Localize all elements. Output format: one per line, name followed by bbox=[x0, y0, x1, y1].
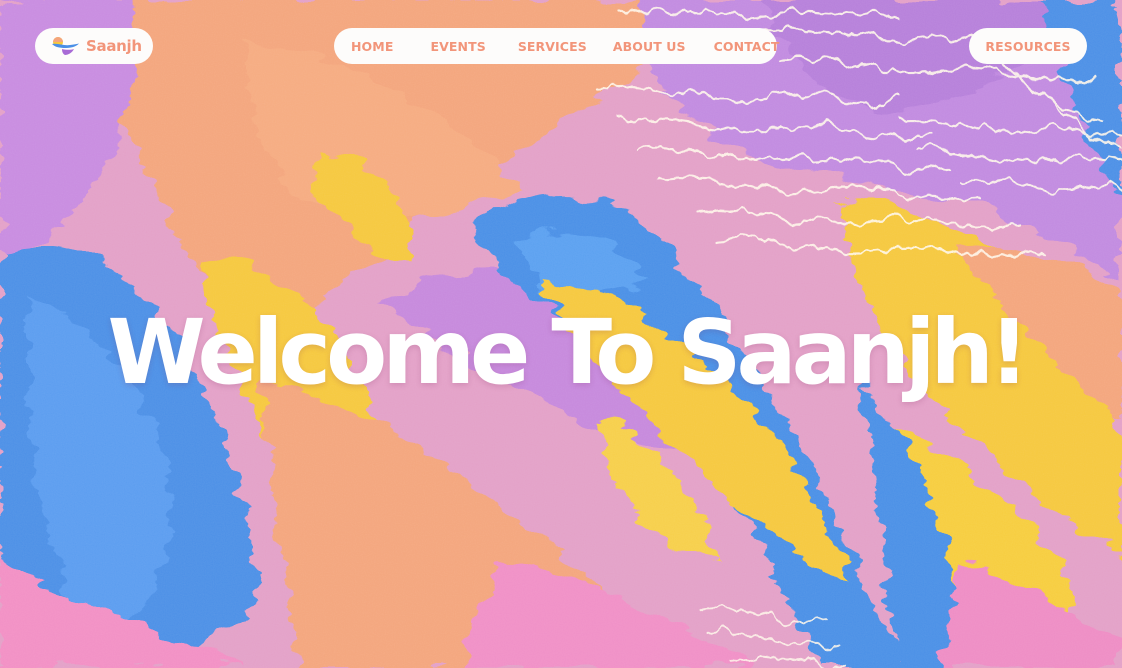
resources-label: RESOURCES bbox=[985, 38, 1071, 54]
nav-about-us[interactable]: ABOUT US bbox=[613, 39, 686, 54]
hero-title: Welcome To Saanjh! bbox=[107, 300, 1030, 404]
saanjh-logo-icon bbox=[50, 35, 80, 57]
nav-contact[interactable]: CONTACT bbox=[714, 39, 780, 54]
nav-services[interactable]: SERVICES bbox=[518, 39, 587, 54]
main-nav: HOME EVENTS SERVICES ABOUT US CONTACT bbox=[334, 28, 780, 64]
brand-name: Saanjh bbox=[86, 37, 142, 55]
nav-home[interactable]: HOME bbox=[351, 39, 393, 54]
resources-button[interactable]: RESOURCES bbox=[969, 28, 1087, 64]
nav-events[interactable]: EVENTS bbox=[430, 39, 485, 54]
brand-logo-link[interactable]: Saanjh bbox=[35, 28, 153, 64]
